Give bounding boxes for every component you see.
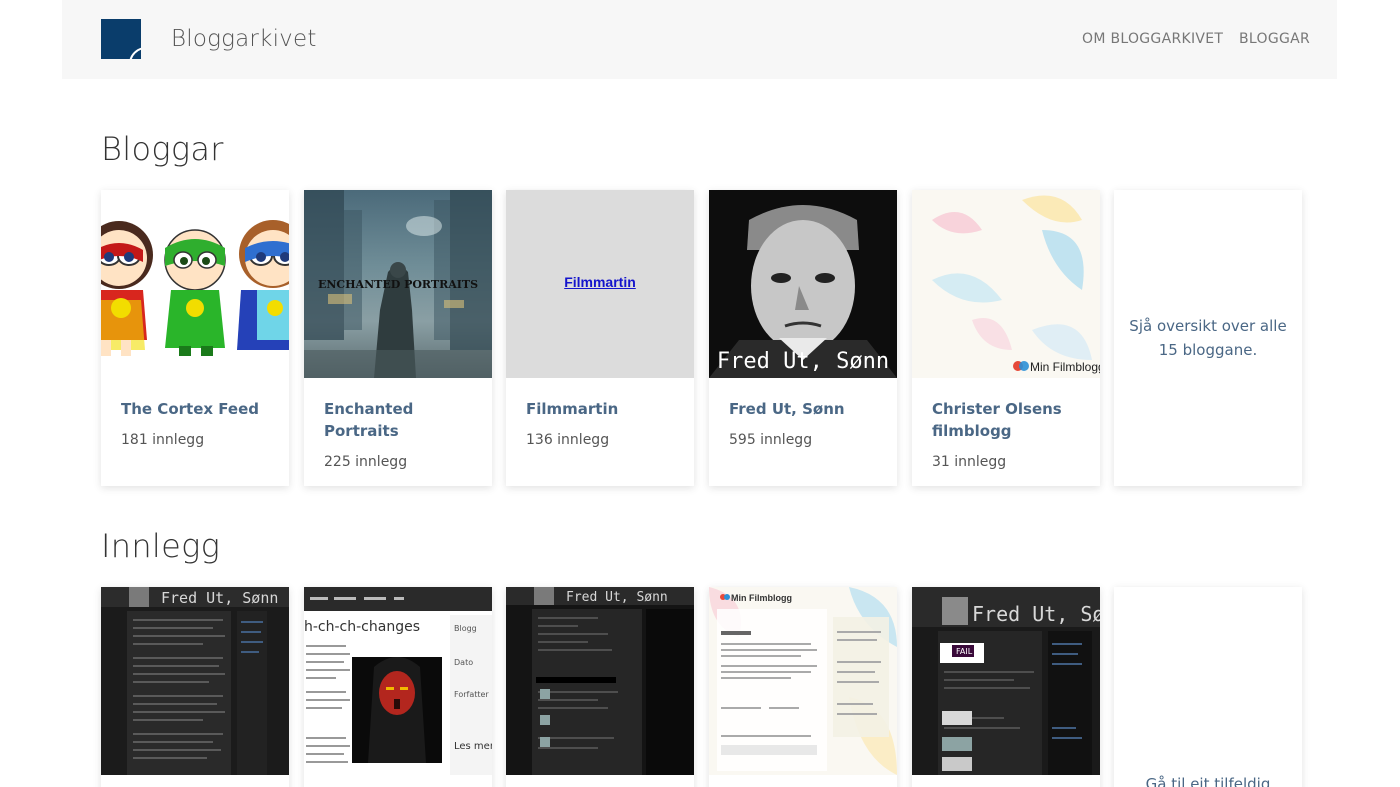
blog-thumbnail (101, 190, 289, 378)
thumb-text: Filmmartin (564, 274, 636, 290)
blog-title[interactable]: Fred Ut, Sønn (729, 398, 879, 420)
thumb-text: ENCHANTED PORTRAITS (318, 278, 478, 291)
blog-thumbnail: ENCHANTED PORTRAITS (304, 190, 492, 378)
thumb-text: Fred Ut, Sønn (566, 590, 668, 605)
all-blogs-link[interactable]: Sjå oversikt over alle 15 bloggane. (1128, 314, 1288, 362)
post-thumbnail: Fred Ut, Sønn (101, 587, 289, 775)
blog-post-count: 31 innlegg (932, 454, 1007, 470)
blog-post-count: 595 innlegg (729, 432, 813, 448)
nav-link-bloggar[interactable]: BLOGGAR (1239, 31, 1310, 47)
post-thumbnail: Fred Ut, Sønn (506, 587, 694, 775)
blog-thumbnail: Min Filmblogg (912, 190, 1100, 378)
blog-card[interactable]: Fred Ut, Sønn Fred Ut, Sønn 595 innlegg (709, 190, 897, 486)
badge-text: FAIL (956, 647, 973, 656)
blog-title[interactable]: Christer Olsens filmblogg (932, 398, 1082, 442)
brand-name[interactable]: Bloggarkivet (171, 26, 317, 52)
side-label: Blogg (454, 624, 477, 633)
blog-thumbnail: Filmmartin (506, 190, 694, 378)
blog-title[interactable]: Filmmartin (526, 398, 676, 420)
thumb-text: Fred Ut, Sønn (972, 602, 1100, 626)
random-post-link[interactable]: Gå til eit tilfeldig (1128, 775, 1288, 787)
post-thumbnail: Fred Ut, Sønn FAIL (912, 587, 1100, 775)
blog-card[interactable]: ENCHANTED PORTRAITS Enchanted Portraits … (304, 190, 492, 486)
blog-title[interactable]: Enchanted Portraits (324, 398, 474, 442)
blog-post-count: 225 innlegg (324, 454, 408, 470)
blog-card[interactable]: The Cortex Feed 181 innlegg (101, 190, 289, 486)
post-card[interactable]: Fred Ut, Sønn (506, 587, 694, 787)
section-title-posts: Innlegg (101, 527, 221, 565)
side-label: Les mer (454, 741, 492, 752)
thumb-text: Min Filmblogg (1030, 360, 1100, 374)
thumb-text: Fred Ut, Sønn (717, 349, 889, 374)
thumb-text: Fred Ut, Sønn (161, 589, 278, 607)
top-navbar: Bloggarkivet OM BLOGGARKIVET BLOGGAR (62, 0, 1337, 79)
post-card[interactable]: Fred Ut, Sønn (101, 587, 289, 787)
side-label: Dato (454, 658, 473, 667)
post-card[interactable]: h-ch-ch-changes Blogg Dato Forfatter Les… (304, 587, 492, 787)
thumb-text: h-ch-ch-changes (304, 619, 420, 635)
blog-post-count: 181 innlegg (121, 432, 205, 448)
post-card[interactable]: Min Filmblogg (709, 587, 897, 787)
thumb-text: Min Filmblogg (731, 593, 792, 603)
blog-post-count: 136 innlegg (526, 432, 610, 448)
post-card[interactable]: Fred Ut, Sønn FAIL (912, 587, 1100, 787)
side-label: Forfatter (454, 690, 489, 699)
blog-card[interactable]: Min Filmblogg Christer Olsens filmblogg … (912, 190, 1100, 486)
blog-thumbnail: Fred Ut, Sønn (709, 190, 897, 378)
blog-title[interactable]: The Cortex Feed (121, 398, 271, 420)
section-title-blogs: Bloggar (101, 130, 224, 168)
blog-card[interactable]: Filmmartin Filmmartin 136 innlegg (506, 190, 694, 486)
all-blogs-card[interactable]: Sjå oversikt over alle 15 bloggane. (1114, 190, 1302, 486)
nav-link-om-bloggarkivet[interactable]: OM BLOGGARKIVET (1082, 31, 1223, 47)
post-thumbnail: Min Filmblogg (709, 587, 897, 775)
random-post-card[interactable]: Gå til eit tilfeldig (1114, 587, 1302, 787)
post-thumbnail: h-ch-ch-changes Blogg Dato Forfatter Les… (304, 587, 492, 775)
brand-logo[interactable] (101, 19, 141, 59)
